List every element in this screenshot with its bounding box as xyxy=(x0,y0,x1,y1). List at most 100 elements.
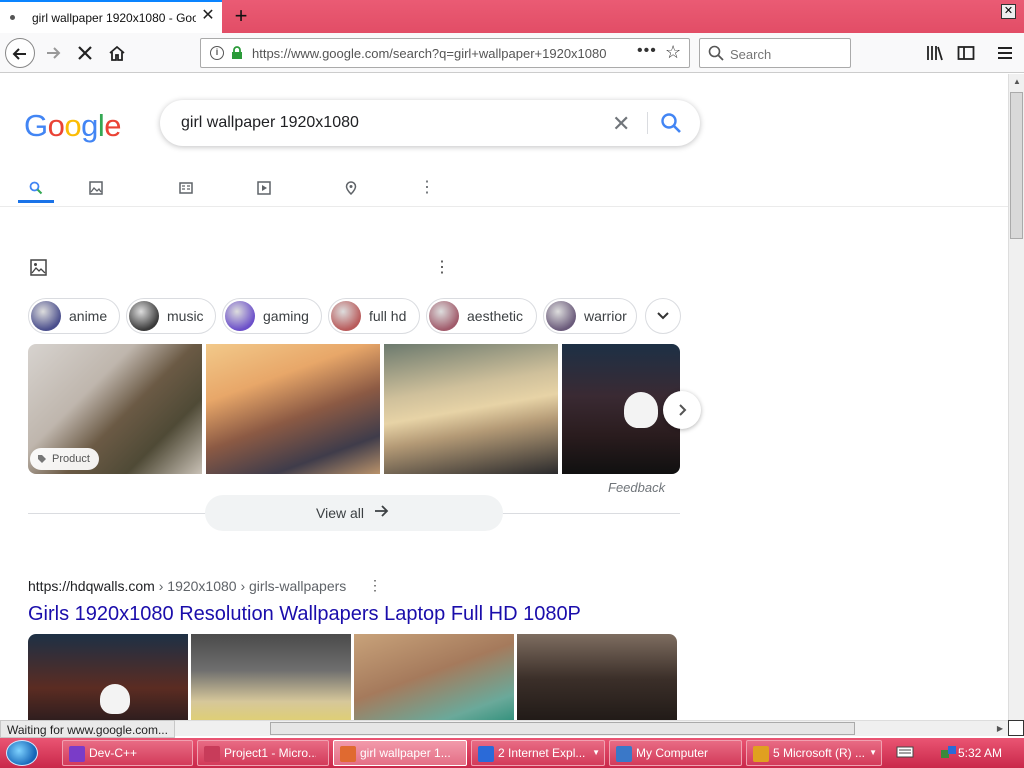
clear-icon[interactable]: ✕ xyxy=(612,111,630,137)
horizontal-scroll-thumb[interactable] xyxy=(270,722,855,735)
library-button[interactable] xyxy=(920,38,950,68)
taskbar-button[interactable]: Dev-C++ xyxy=(62,740,193,766)
menu-button[interactable] xyxy=(990,38,1020,68)
related-chip[interactable]: warrior xyxy=(543,298,637,334)
back-button[interactable] xyxy=(5,38,35,68)
news-icon xyxy=(179,182,193,194)
more-options-icon[interactable]: ⋮ xyxy=(434,257,450,277)
sidebar-icon xyxy=(957,46,975,60)
taskbar-button[interactable]: 5 Microsoft (R) ... ▼ xyxy=(746,740,882,766)
app-icon xyxy=(616,746,632,762)
search-submit-icon[interactable] xyxy=(660,112,682,134)
product-badge: Product xyxy=(30,448,99,470)
keyboard-icon[interactable] xyxy=(896,745,914,759)
taskbar-label: Dev-C++ xyxy=(89,746,138,760)
badge-label: Product xyxy=(52,453,90,465)
window-close-button[interactable]: ✕ xyxy=(1001,4,1016,19)
chevron-right-icon[interactable] xyxy=(663,391,701,429)
page-actions-icon[interactable]: ••• xyxy=(637,42,657,60)
search-query[interactable]: girl wallpaper 1920x1080 xyxy=(181,114,359,132)
chip-thumbnail xyxy=(331,301,361,331)
feedback-link[interactable]: Feedback xyxy=(608,480,665,495)
view-all-label: View all xyxy=(316,505,364,521)
taskbar-button[interactable]: Project1 - Micro... xyxy=(197,740,329,766)
clock: 5:32 AM xyxy=(958,746,1003,760)
app-icon xyxy=(753,746,769,762)
result-more-icon[interactable]: ⋮ xyxy=(368,577,382,594)
scroll-up-icon[interactable]: ▲ xyxy=(1009,74,1024,90)
chevron-down-icon[interactable]: ▼ xyxy=(869,748,877,757)
bookmark-star-icon[interactable]: ☆ xyxy=(665,42,681,63)
chevron-down-icon[interactable] xyxy=(645,298,681,334)
site-info-icon[interactable]: i xyxy=(210,46,224,60)
vertical-scroll-thumb[interactable] xyxy=(1010,92,1023,239)
network-icon[interactable] xyxy=(940,744,958,760)
video-icon xyxy=(257,181,271,195)
close-tab-icon[interactable]: ✕ xyxy=(200,8,216,24)
chip-thumbnail xyxy=(225,301,255,331)
result-image-1[interactable] xyxy=(28,634,188,720)
taskbar-label: 5 Microsoft (R) ... xyxy=(773,746,866,760)
back-arrow-icon xyxy=(12,48,26,60)
address-bar[interactable]: i https://www.google.com/search?q=girl+w… xyxy=(200,38,690,68)
google-search-box[interactable]: girl wallpaper 1920x1080 ✕ xyxy=(160,100,700,146)
tag-icon xyxy=(38,455,46,463)
taskbar-button[interactable]: girl wallpaper 1... xyxy=(333,740,467,766)
scroll-corner xyxy=(1008,720,1024,736)
browser-search-input[interactable] xyxy=(730,44,845,64)
result-url[interactable]: https://hdqwalls.com › 1920x1080 › girls… xyxy=(28,578,346,594)
app-icon xyxy=(478,746,494,762)
skull-graphic xyxy=(624,392,658,428)
related-chip[interactable]: gaming xyxy=(222,298,322,334)
tab-all[interactable] xyxy=(18,175,54,203)
app-icon xyxy=(69,746,85,762)
vertical-scrollbar[interactable]: ▲ xyxy=(1008,74,1024,720)
related-chip[interactable]: anime xyxy=(28,298,120,334)
expand-chips-icon xyxy=(657,312,669,320)
result-image-3[interactable] xyxy=(354,634,514,720)
result-image-2[interactable] xyxy=(191,634,351,720)
related-chip[interactable]: aesthetic xyxy=(426,298,537,334)
image-result-3[interactable] xyxy=(384,344,558,474)
tab-images[interactable] xyxy=(78,175,114,203)
tab-maps[interactable] xyxy=(333,175,369,203)
browser-tab[interactable]: girl wallpaper 1920x1080 - Google Search… xyxy=(0,0,222,33)
tab-news[interactable] xyxy=(168,175,204,203)
arrow-right-icon xyxy=(375,505,389,517)
result-title-link[interactable]: Girls 1920x1080 Resolution Wallpapers La… xyxy=(28,603,581,626)
tab-videos[interactable] xyxy=(246,175,282,203)
next-images-icon xyxy=(679,404,687,416)
taskbar-button[interactable]: My Computer xyxy=(609,740,742,766)
hamburger-menu-icon xyxy=(998,47,1012,59)
related-chip[interactable]: music xyxy=(126,298,216,334)
tab-more-icon[interactable]: ⋮ xyxy=(409,175,445,203)
browser-search-box[interactable] xyxy=(699,38,851,68)
related-chip[interactable]: full hd xyxy=(328,298,420,334)
forward-button[interactable] xyxy=(38,38,68,68)
new-tab-button[interactable]: + xyxy=(230,3,252,29)
start-button[interactable] xyxy=(6,740,38,766)
system-tray xyxy=(884,740,1024,766)
chevron-down-icon[interactable]: ▼ xyxy=(592,748,600,757)
sidebar-button[interactable] xyxy=(951,38,981,68)
taskbar-button[interactable]: 2 Internet Expl... ▼ xyxy=(471,740,605,766)
images-section-icon xyxy=(30,259,47,276)
stop-button[interactable] xyxy=(70,38,100,68)
result-image-4[interactable] xyxy=(517,634,677,720)
view-all-button[interactable]: View all xyxy=(205,495,503,531)
chip-thumbnail xyxy=(546,301,576,331)
chip-label: aesthetic xyxy=(467,308,524,324)
app-icon xyxy=(340,746,356,762)
page-content: Google girl wallpaper 1920x1080 ✕ ⋮ ⋮ an… xyxy=(0,74,1008,720)
scroll-right-icon[interactable]: ▶ xyxy=(992,721,1008,737)
image-icon xyxy=(89,181,103,195)
url-text[interactable]: https://www.google.com/search?q=girl+wal… xyxy=(252,46,630,61)
home-button[interactable] xyxy=(102,38,132,68)
forward-arrow-icon xyxy=(47,47,61,59)
google-logo[interactable]: Google xyxy=(24,108,122,144)
image-result-2[interactable] xyxy=(206,344,380,474)
chip-thumbnail xyxy=(129,301,159,331)
taskbar: Dev-C++ Project1 - Micro... girl wallpaper… xyxy=(0,738,1024,768)
chip-label: music xyxy=(167,308,204,324)
logo-letter: g xyxy=(81,108,98,143)
